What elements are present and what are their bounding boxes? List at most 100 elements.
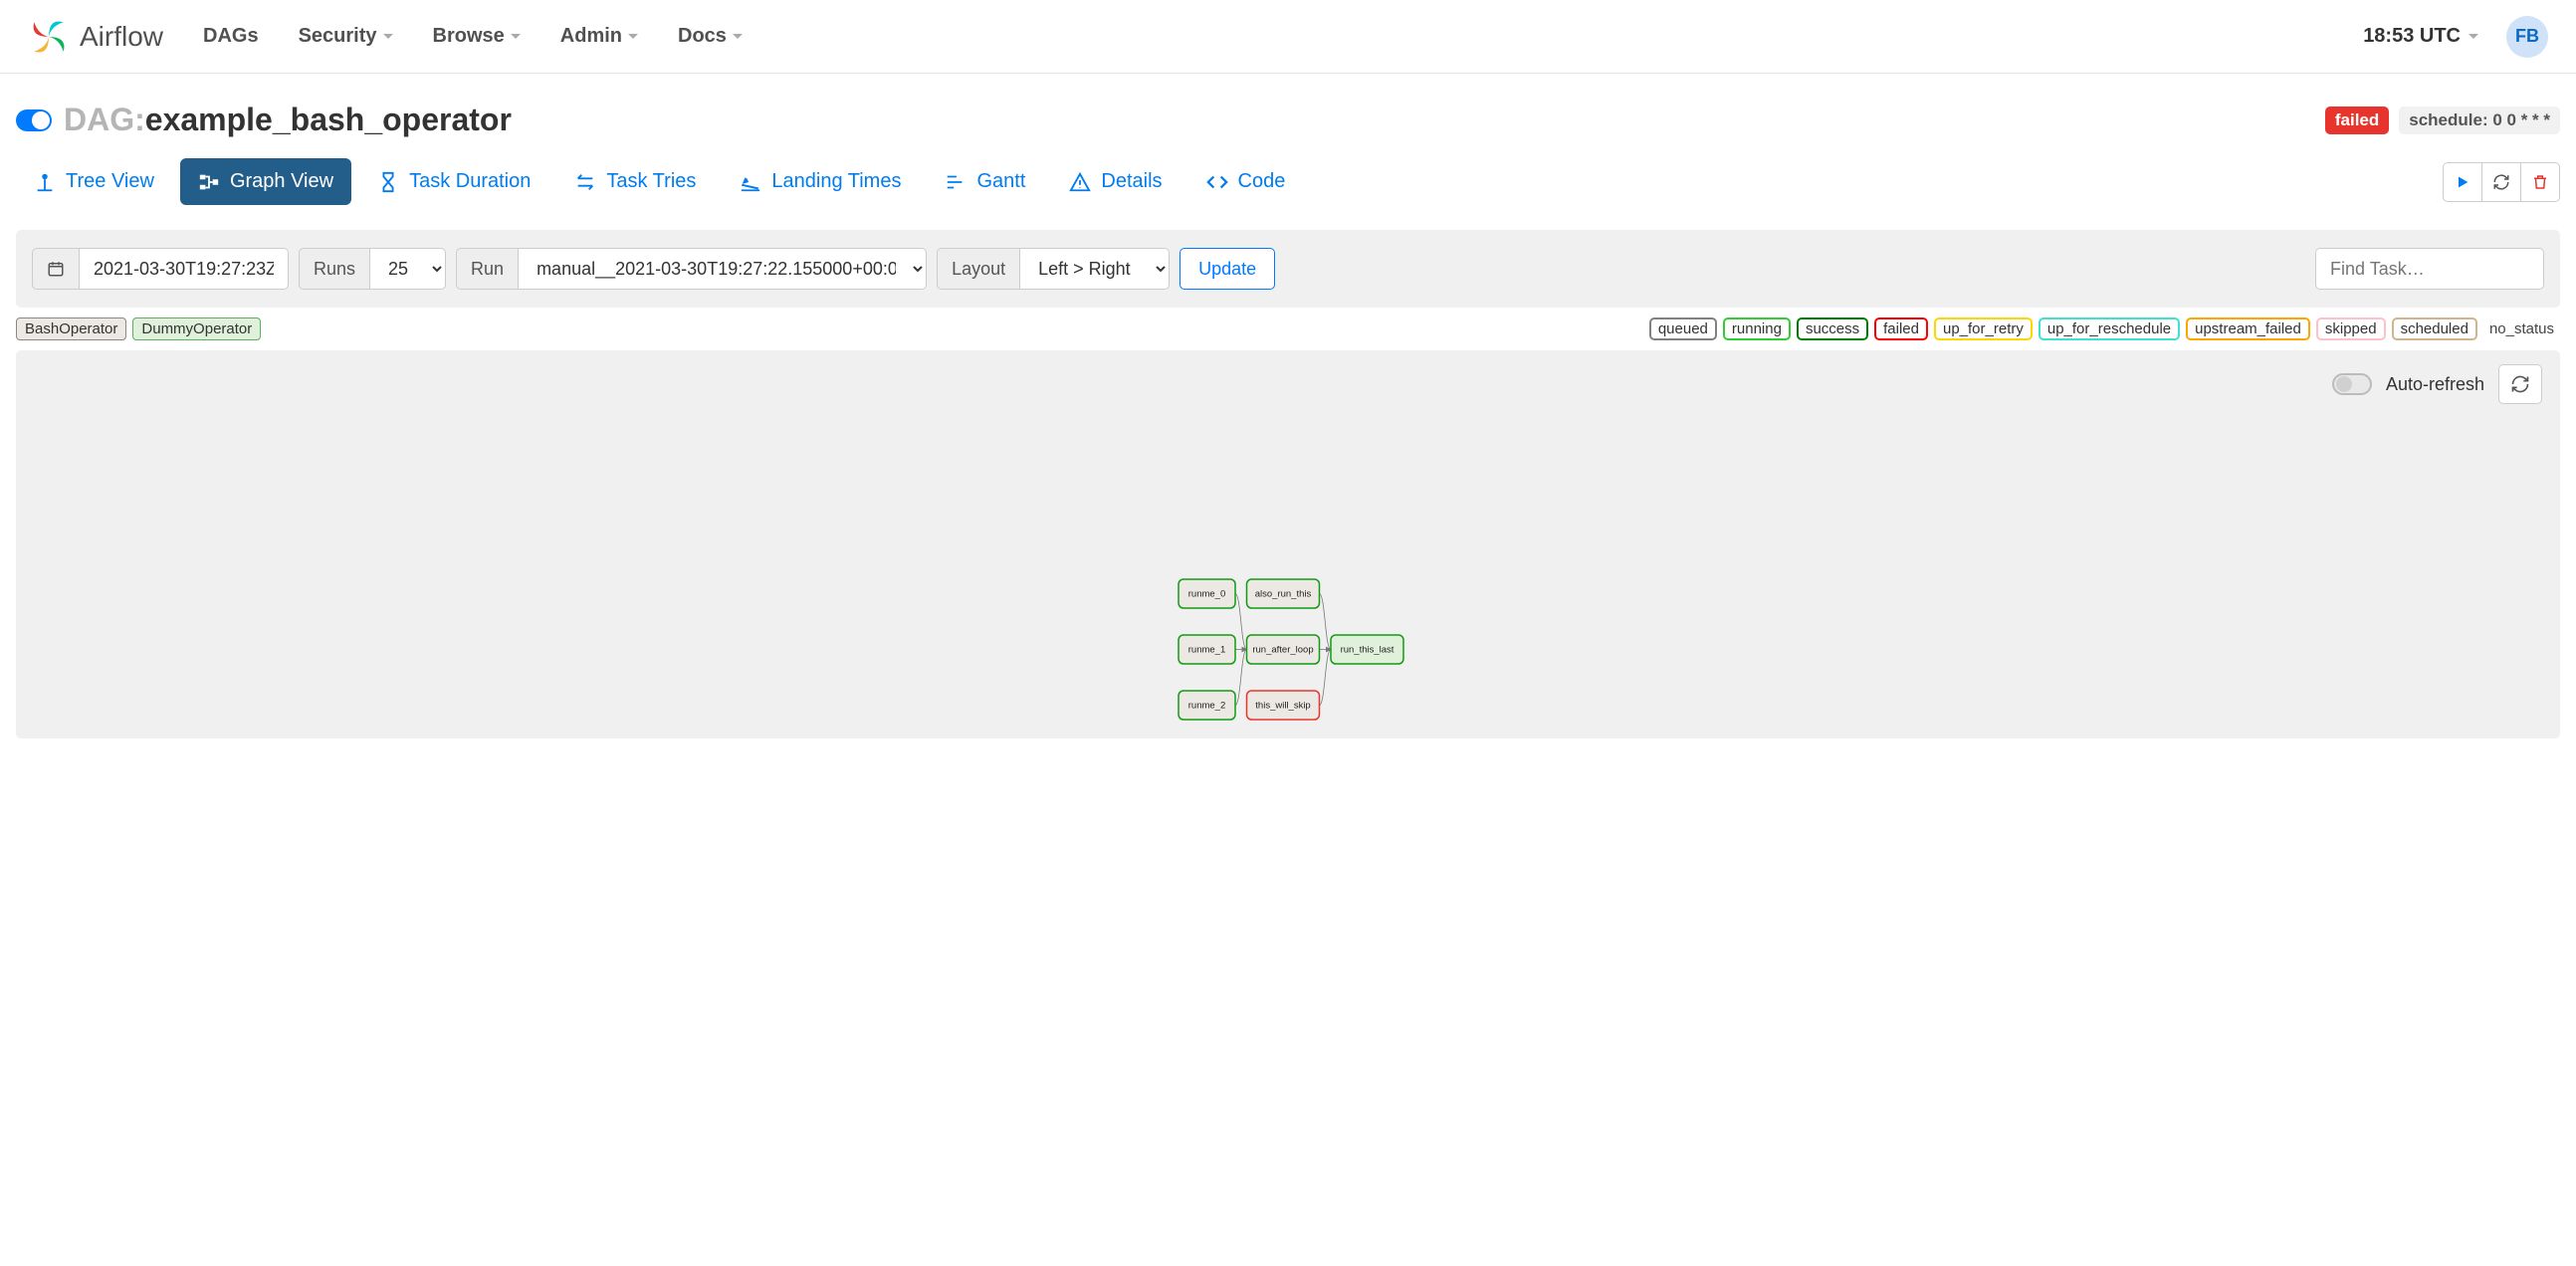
tries-icon — [574, 171, 596, 193]
state-chip-failed[interactable]: failed — [1874, 317, 1928, 340]
graph-canvas[interactable]: runme_0 runme_1 runme_2 also_run_this run_af… — [16, 350, 2560, 738]
tab-label: Landing Times — [771, 170, 901, 193]
trigger-dag-button[interactable] — [2443, 162, 2482, 202]
autorefresh-toggle[interactable] — [2332, 373, 2372, 395]
state-chip-up_for_reschedule[interactable]: up_for_reschedule — [2039, 317, 2180, 340]
layout-select[interactable]: Left > Right — [1020, 248, 1170, 290]
run-group: Run manual__2021-03-30T19:27:22.155000+0… — [456, 248, 927, 290]
layout-group: Layout Left > Right — [937, 248, 1170, 290]
nav-link-dags[interactable]: DAGs — [203, 25, 259, 48]
svg-text:also_run_this: also_run_this — [1255, 589, 1312, 600]
state-chip-no-status[interactable]: no_status — [2483, 318, 2560, 339]
state-chip-skipped[interactable]: skipped — [2316, 317, 2386, 340]
nav-link-docs[interactable]: Docs — [678, 25, 743, 48]
state-chip-running[interactable]: running — [1723, 317, 1791, 340]
legends-row: BashOperator DummyOperator queued running s… — [0, 308, 2576, 344]
svg-text:runme_0: runme_0 — [1188, 589, 1226, 600]
caret-icon — [733, 34, 743, 39]
pinwheel-logo-icon — [28, 16, 70, 58]
edge — [1235, 650, 1247, 706]
gantt-icon — [945, 171, 966, 193]
operator-chip[interactable]: DummyOperator — [132, 317, 261, 340]
graph-icon — [198, 171, 220, 193]
caret-icon — [383, 34, 393, 39]
edge — [1235, 594, 1247, 650]
trash-icon — [2531, 173, 2549, 191]
dag-title-prefix: DAG: — [64, 102, 145, 138]
tab-landing-times[interactable]: Landing Times — [722, 158, 919, 205]
tab-gantt[interactable]: Gantt — [927, 158, 1043, 205]
play-icon — [2455, 174, 2470, 190]
num-runs-select[interactable]: 25 — [370, 248, 446, 290]
run-label: Run — [456, 248, 519, 290]
find-task-input[interactable] — [2315, 248, 2544, 290]
brand-text: Airflow — [80, 21, 163, 53]
schedule-badge: schedule: 0 0 * * * — [2399, 106, 2560, 134]
details-icon — [1069, 171, 1091, 193]
layout-label: Layout — [937, 248, 1020, 290]
status-badge: failed — [2325, 106, 2389, 134]
calendar-icon — [32, 248, 80, 290]
state-legend: queued running success failed up_for_retry up… — [1649, 317, 2560, 340]
nav-link-browse[interactable]: Browse — [433, 25, 521, 48]
operator-legend: BashOperator DummyOperator — [16, 317, 261, 340]
code-icon — [1206, 171, 1228, 193]
avatar[interactable]: FB — [2506, 16, 2548, 58]
state-chip-up_for_retry[interactable]: up_for_retry — [1934, 317, 2033, 340]
state-chip-success[interactable]: success — [1797, 317, 1868, 340]
task-node-run_this_last[interactable]: run_this_last — [1331, 635, 1403, 664]
tab-tree-view[interactable]: Tree View — [16, 158, 172, 205]
delete-dag-button[interactable] — [2520, 162, 2560, 202]
runs-label: Runs — [299, 248, 370, 290]
dag-enabled-toggle[interactable] — [16, 109, 52, 131]
tab-label: Code — [1238, 170, 1286, 193]
svg-text:runme_2: runme_2 — [1188, 701, 1226, 712]
svg-text:run_this_last: run_this_last — [1341, 645, 1395, 656]
caret-icon — [628, 34, 638, 39]
tab-label: Tree View — [66, 170, 154, 193]
num-runs-group: Runs 25 — [299, 248, 446, 290]
task-node-runme_0[interactable]: runme_0 — [1179, 579, 1235, 608]
tab-label: Gantt — [976, 170, 1025, 193]
tab-details[interactable]: Details — [1051, 158, 1180, 205]
nav-link-admin[interactable]: Admin — [560, 25, 638, 48]
caret-icon — [2469, 34, 2478, 39]
caret-icon — [511, 34, 521, 39]
navbar: Airflow DAGs Security Browse Admin Docs … — [0, 0, 2576, 74]
landing-icon — [740, 171, 761, 193]
hourglass-icon — [377, 171, 399, 193]
nav-links: DAGs Security Browse Admin Docs — [203, 25, 743, 48]
task-node-runme_2[interactable]: runme_2 — [1179, 691, 1235, 720]
state-chip-scheduled[interactable]: scheduled — [2392, 317, 2477, 340]
nav-link-security[interactable]: Security — [299, 25, 393, 48]
header-right: failed schedule: 0 0 * * * — [2325, 106, 2560, 134]
task-node-run_after_loop[interactable]: run_after_loop — [1247, 635, 1320, 664]
tab-task-tries[interactable]: Task Tries — [556, 158, 714, 205]
base-date-group — [32, 248, 289, 290]
operator-chip[interactable]: BashOperator — [16, 317, 126, 340]
state-chip-upstream_failed[interactable]: upstream_failed — [2186, 317, 2310, 340]
edge — [1320, 594, 1332, 650]
dag-action-buttons — [2443, 162, 2560, 202]
state-chip-queued[interactable]: queued — [1649, 317, 1717, 340]
edge — [1320, 650, 1332, 706]
tree-icon — [34, 171, 56, 193]
task-node-also_run_this[interactable]: also_run_this — [1247, 579, 1320, 608]
refresh-icon — [2492, 173, 2510, 191]
clock-label: 18:53 UTC — [2363, 25, 2461, 48]
graph-svg: runme_0 runme_1 runme_2 also_run_this run_af… — [16, 350, 2560, 738]
brand[interactable]: Airflow — [28, 16, 163, 58]
run-select[interactable]: manual__2021-03-30T19:27:22.155000+00:00 — [519, 248, 927, 290]
nav-link-label: Docs — [678, 25, 727, 48]
refresh-dag-button[interactable] — [2481, 162, 2521, 202]
tab-task-duration[interactable]: Task Duration — [359, 158, 548, 205]
clock[interactable]: 18:53 UTC — [2363, 25, 2478, 48]
task-node-runme_1[interactable]: runme_1 — [1179, 635, 1235, 664]
tab-label: Task Tries — [606, 170, 696, 193]
tab-graph-view[interactable]: Graph View — [180, 158, 351, 205]
update-button[interactable]: Update — [1180, 248, 1275, 290]
page-header: DAG: example_bash_operator failed schedu… — [0, 74, 2576, 138]
tab-code[interactable]: Code — [1188, 158, 1304, 205]
task-node-this_will_skip[interactable]: this_will_skip — [1247, 691, 1320, 720]
base-date-input[interactable] — [80, 248, 289, 290]
